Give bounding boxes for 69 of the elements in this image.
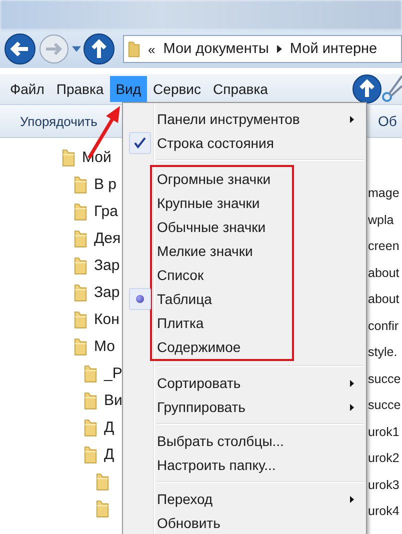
folder-icon	[84, 445, 97, 464]
folder-icon	[74, 256, 87, 275]
tree-item[interactable]: В р	[94, 176, 117, 193]
folder-icon	[96, 499, 109, 518]
menu-entry[interactable]: Огромные значки	[157, 171, 271, 187]
menu-entry[interactable]: Таблица	[157, 291, 212, 307]
breadcrumb[interactable]: Мой интерне	[290, 41, 378, 57]
menu-item[interactable]: Вид	[110, 76, 148, 102]
menu-entry[interactable]: Содержимое	[157, 339, 241, 355]
tree-item[interactable]: Дея	[94, 230, 121, 247]
menu-entry[interactable]: Крупные значки	[157, 195, 260, 211]
breadcrumb[interactable]: Мои документы	[163, 41, 269, 57]
file-name[interactable]: about	[368, 286, 401, 312]
file-name[interactable]: urok4	[368, 498, 401, 524]
tree-item[interactable]: Ви	[104, 392, 122, 409]
folder-icon	[84, 391, 97, 410]
menu-item[interactable]: Правка	[50, 76, 110, 102]
file-name[interactable]: confir	[368, 312, 401, 339]
folder-icon	[74, 337, 87, 356]
menu-entry[interactable]: Переход	[157, 491, 213, 507]
tree-item[interactable]: Зар	[94, 284, 120, 301]
folder-icon	[74, 310, 87, 329]
file-name[interactable]: about	[368, 260, 401, 286]
caret-icon[interactable]	[276, 45, 282, 53]
folder-icon	[84, 364, 97, 383]
menu-entry[interactable]: Список	[157, 267, 204, 283]
menu-item[interactable]: Сервис	[147, 76, 207, 102]
tree-item[interactable]: Кон	[94, 311, 120, 328]
tree-item[interactable]: Д	[104, 419, 114, 436]
menu-item[interactable]: Справка	[207, 76, 274, 102]
menu-entry[interactable]: Выбрать столбцы...	[157, 433, 284, 449]
menu-item[interactable]: Файл	[4, 76, 50, 102]
file-name[interactable]: urok1	[368, 418, 401, 445]
tree-item[interactable]: Мо	[94, 338, 116, 355]
file-name[interactable]: creen	[368, 233, 401, 260]
dropdown-icon[interactable]	[72, 46, 81, 52]
toolbar-item[interactable]: Об	[378, 113, 402, 129]
folder-icon	[62, 148, 75, 167]
folder-icon	[74, 202, 87, 221]
tree-item[interactable]: _Р	[104, 365, 122, 382]
folder-icon	[84, 418, 97, 437]
file-name[interactable]: wpla	[368, 206, 401, 233]
folder-icon	[74, 283, 87, 302]
file-name[interactable]: urok3	[368, 472, 401, 498]
file-name[interactable]: urok2	[368, 445, 401, 472]
folder-icon	[96, 472, 109, 491]
file-name[interactable]: succe	[368, 366, 401, 392]
file-name[interactable]: mage	[368, 180, 401, 206]
organize-button[interactable]: Упорядочить	[0, 114, 106, 128]
menu-entry[interactable]: Сортировать	[157, 375, 241, 391]
overflow-chevron[interactable]: «	[148, 42, 156, 56]
menu-entry[interactable]: Мелкие значки	[157, 243, 253, 259]
file-name[interactable]: style.	[368, 339, 401, 366]
folder-icon	[74, 175, 87, 194]
folder-icon	[128, 40, 140, 58]
address-bar[interactable]: « Мои документы Мой интерне	[123, 35, 402, 63]
tree-item[interactable]: Д	[104, 446, 114, 463]
menu-entry[interactable]: Группировать	[157, 399, 246, 415]
tree-item[interactable]: Зар	[94, 257, 120, 274]
folder-icon	[74, 229, 87, 248]
menu-entry[interactable]: Строка состояния	[157, 135, 274, 151]
menu-entry[interactable]: Настроить папку...	[157, 457, 276, 473]
back-icon[interactable]	[4, 33, 36, 65]
tree-item[interactable]: Гра	[94, 203, 118, 220]
file-name[interactable]: succe	[368, 392, 401, 418]
menu-entry[interactable]: Панели инструментов	[157, 111, 300, 127]
menu-entry[interactable]: Обновить	[157, 515, 220, 531]
menu-entry[interactable]: Плитка	[157, 315, 204, 331]
menu-entry[interactable]: Обычные значки	[157, 219, 266, 235]
